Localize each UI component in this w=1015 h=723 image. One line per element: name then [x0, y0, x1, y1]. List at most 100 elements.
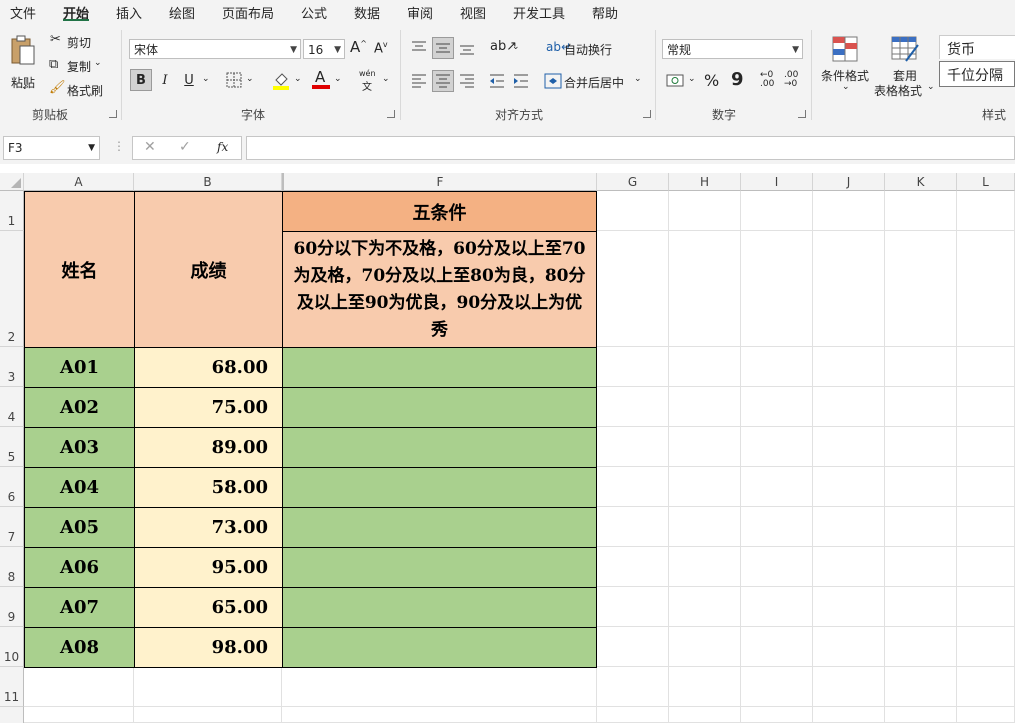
row-header-10[interactable]: 10	[0, 627, 24, 667]
row-header-2[interactable]: 2	[0, 231, 24, 347]
column-header-k[interactable]: K	[885, 173, 957, 191]
column-header-l[interactable]: L	[957, 173, 1015, 191]
accounting-chevron-icon[interactable]: ⌄	[688, 74, 696, 84]
clipboard-launcher-icon[interactable]	[109, 110, 117, 118]
font-launcher-icon[interactable]	[387, 110, 395, 118]
wrap-text-button[interactable]: 自动换行	[564, 41, 612, 58]
format-painter-icon[interactable]: 🖌	[49, 80, 66, 95]
cell[interactable]	[741, 627, 813, 667]
font-size-dropdown[interactable]: 16 ▼	[303, 39, 345, 59]
cell[interactable]	[813, 507, 885, 547]
merge-chevron-icon[interactable]: ⌄	[634, 74, 642, 84]
column-header-i[interactable]: I	[741, 173, 813, 191]
cell[interactable]	[597, 427, 669, 467]
cell[interactable]	[813, 427, 885, 467]
format-painter-button[interactable]: 格式刷	[67, 82, 103, 99]
row-header-5[interactable]: 5	[0, 427, 24, 467]
column-header-g[interactable]: G	[597, 173, 669, 191]
tab-draw[interactable]: 绘图	[169, 3, 195, 22]
score-cell[interactable]: 73.00	[134, 507, 283, 548]
orientation-chevron-icon[interactable]: ⌄	[512, 42, 520, 52]
tab-page-layout[interactable]: 页面布局	[222, 3, 274, 22]
cell[interactable]	[741, 191, 813, 231]
tab-review[interactable]: 审阅	[407, 3, 433, 22]
decrease-indent-icon[interactable]	[488, 72, 506, 90]
row-header-7[interactable]: 7	[0, 507, 24, 547]
row-header-11[interactable]: 11	[0, 667, 24, 707]
result-cell[interactable]	[282, 467, 597, 508]
cell[interactable]	[597, 467, 669, 507]
cell[interactable]	[669, 507, 741, 547]
cell[interactable]	[813, 707, 885, 723]
cell[interactable]	[957, 707, 1015, 723]
cell[interactable]	[741, 467, 813, 507]
align-top-icon[interactable]	[410, 39, 428, 57]
copy-chevron-icon[interactable]: ⌄	[94, 58, 102, 68]
result-cell[interactable]	[282, 347, 597, 388]
cell[interactable]	[669, 427, 741, 467]
cut-icon[interactable]: ✂	[50, 32, 61, 47]
result-cell[interactable]	[282, 627, 597, 668]
result-cell[interactable]	[282, 507, 597, 548]
cell[interactable]	[669, 387, 741, 427]
tab-insert[interactable]: 插入	[116, 3, 142, 22]
cell[interactable]	[134, 667, 282, 707]
row-header-3[interactable]: 3	[0, 347, 24, 387]
cell[interactable]	[669, 347, 741, 387]
cell[interactable]	[957, 387, 1015, 427]
score-cell[interactable]: 75.00	[134, 387, 283, 428]
cell[interactable]	[741, 587, 813, 627]
cell[interactable]	[957, 627, 1015, 667]
number-format-dropdown[interactable]: 常规 ▼	[662, 39, 803, 59]
accounting-format-icon[interactable]	[666, 72, 686, 90]
name-cell[interactable]: A05	[24, 507, 135, 548]
row-header-12[interactable]	[0, 707, 24, 723]
cell[interactable]	[24, 707, 134, 723]
decrease-decimal-icon[interactable]: .00 →0	[784, 71, 798, 89]
underline-chevron-icon[interactable]: ⌄	[202, 74, 210, 84]
cell[interactable]	[885, 231, 957, 347]
comma-style-button[interactable]: 9	[731, 69, 744, 90]
cell[interactable]	[741, 547, 813, 587]
cell[interactable]	[957, 347, 1015, 387]
cell[interactable]	[597, 387, 669, 427]
cell[interactable]	[24, 667, 134, 707]
borders-icon[interactable]	[226, 72, 242, 88]
cell[interactable]	[669, 707, 741, 723]
cell[interactable]	[741, 387, 813, 427]
cell[interactable]	[885, 667, 957, 707]
align-bottom-icon[interactable]	[458, 39, 476, 57]
font-color-chevron-icon[interactable]: ⌄	[334, 74, 342, 84]
score-cell[interactable]: 68.00	[134, 347, 283, 388]
cell[interactable]	[597, 547, 669, 587]
cell[interactable]	[885, 467, 957, 507]
cell[interactable]	[669, 627, 741, 667]
cell[interactable]	[597, 231, 669, 347]
score-cell[interactable]: 98.00	[134, 627, 283, 668]
result-cell[interactable]	[282, 427, 597, 468]
phonetic-chevron-icon[interactable]: ⌄	[382, 74, 390, 84]
grow-font-button[interactable]: A^	[350, 38, 367, 56]
tab-view[interactable]: 视图	[460, 3, 486, 22]
shrink-font-button[interactable]: Av	[374, 40, 388, 56]
name-cell[interactable]: A08	[24, 627, 135, 668]
font-color-button[interactable]: A	[312, 68, 330, 90]
merge-center-button[interactable]: 合并后居中	[564, 74, 624, 91]
align-middle-icon[interactable]	[432, 37, 454, 59]
cut-button[interactable]: 剪切	[67, 34, 91, 51]
table-format-button[interactable]: 表格格式	[874, 82, 922, 99]
cell[interactable]	[885, 427, 957, 467]
phonetic-button[interactable]: wén 文	[358, 69, 380, 93]
cell[interactable]	[741, 507, 813, 547]
score-cell[interactable]: 65.00	[134, 587, 283, 628]
cell[interactable]	[957, 587, 1015, 627]
row-header-9[interactable]: 9	[0, 587, 24, 627]
fill-color-icon[interactable]	[272, 70, 290, 90]
name-cell[interactable]: A04	[24, 467, 135, 508]
borders-chevron-icon[interactable]: ⌄	[246, 74, 254, 84]
name-cell[interactable]: A02	[24, 387, 135, 428]
cell[interactable]	[741, 707, 813, 723]
align-right-icon[interactable]	[458, 72, 476, 90]
italic-button[interactable]: I	[155, 69, 175, 91]
cell[interactable]	[885, 707, 957, 723]
